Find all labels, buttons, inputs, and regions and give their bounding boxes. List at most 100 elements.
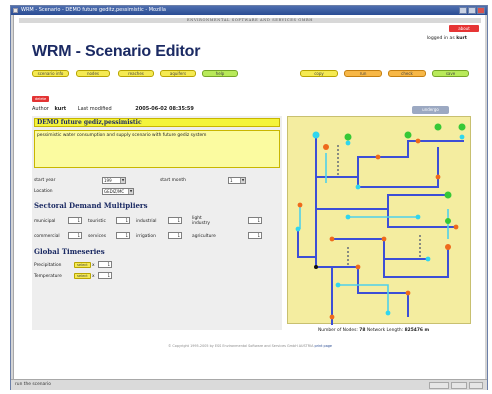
nav-help-button[interactable]: help (202, 70, 238, 77)
services-input[interactable]: 1 (116, 232, 130, 239)
temperature-factor-input[interactable]: 1 (98, 272, 112, 279)
node-cyan (415, 214, 421, 220)
network-map-svg[interactable] (288, 117, 472, 325)
start-month-select[interactable]: 1 ▼ (228, 177, 246, 184)
node-orange (445, 244, 451, 250)
node-cyan (459, 134, 465, 140)
light-industry-label: light industry (192, 216, 210, 226)
main-navbar: scenario info nodes reaches aquifers hel… (32, 70, 469, 78)
network-stats: Number of Nodes: 78 Network Length: 8254… (318, 328, 429, 333)
start-month-value: 1 (230, 178, 233, 183)
print-page-link[interactable]: print page (315, 344, 333, 348)
status-cell (451, 382, 467, 389)
scenario-form-panel: DEMO future gediz,pessimistic pessimisti… (32, 116, 282, 330)
nav-aquifers-button[interactable]: aquifers (160, 70, 196, 77)
screenshot-stage: WRM - Scenario - DEMO future geditz,pess… (0, 0, 492, 394)
temperature-select-button[interactable]: select (74, 273, 91, 279)
logged-in-status: logged in as kurt (427, 36, 467, 41)
node-orange (329, 314, 335, 320)
global-timeseries-heading: Global Timeseries (34, 247, 105, 256)
status-cell (429, 382, 449, 389)
page-title: WRM - Scenario Editor (32, 43, 201, 60)
temperature-label: Temperature (34, 274, 62, 279)
light-industry-input[interactable]: 1 (248, 217, 262, 224)
check-button[interactable]: check (388, 70, 426, 77)
node-orange (381, 236, 387, 242)
irrigation-label: irrigation (136, 234, 156, 239)
touristic-input[interactable]: 1 (116, 217, 130, 224)
river-branch-ne (357, 147, 439, 188)
node-green (444, 191, 452, 199)
about-button[interactable]: about (449, 25, 479, 32)
river-branch-east (316, 208, 456, 228)
app-icon (13, 8, 18, 13)
author-value: kurt (54, 106, 67, 112)
map-mode-button[interactable]: undergo (412, 106, 449, 114)
node-junction (314, 265, 318, 269)
chevron-down-icon: ▼ (120, 178, 125, 183)
minimize-button[interactable] (459, 7, 467, 14)
scenario-description-field[interactable]: pessimistic water consumption and supply… (34, 130, 280, 168)
copy-button[interactable]: copy (300, 70, 338, 77)
delete-button[interactable]: delete (32, 96, 49, 102)
start-year-select[interactable]: 199 ▼ (102, 177, 126, 184)
length-label: Network Length: (366, 328, 404, 333)
modified-label: Last modified (77, 106, 112, 112)
scenario-meta: Author kurt Last modified 2005-06-02 08:… (32, 106, 194, 112)
node-orange (453, 224, 459, 230)
node-cyan (385, 310, 391, 316)
browser-statusbar: run the scenario (11, 379, 487, 390)
location-select[interactable]: GEDIZ/MC ▼ (102, 188, 134, 195)
status-text: run the scenario (15, 382, 51, 387)
commercial-input[interactable]: 1 (68, 232, 82, 239)
network-nodes (295, 123, 466, 320)
node-green (404, 131, 412, 139)
node-cyan (425, 256, 431, 262)
river-branch-south (332, 266, 408, 294)
length-value: 825476 m (404, 328, 430, 333)
precipitation-select-button[interactable]: select (74, 262, 91, 268)
municipal-input[interactable]: 1 (68, 217, 82, 224)
irrigation-input[interactable]: 1 (168, 232, 182, 239)
status-cell (469, 382, 483, 389)
node-orange (297, 202, 303, 208)
maximize-button[interactable] (468, 7, 476, 14)
commercial-label: commercial (34, 234, 60, 239)
industrial-input[interactable]: 1 (168, 217, 182, 224)
node-green (458, 123, 466, 131)
run-button[interactable]: run (344, 70, 382, 77)
nodes-value: 78 (359, 328, 366, 333)
network-map[interactable] (287, 116, 472, 325)
river-branch-west (297, 229, 316, 258)
window-title: WRM - Scenario - DEMO future geditz,pess… (21, 7, 166, 13)
node-orange (375, 154, 381, 160)
start-month-label: start month (160, 178, 186, 183)
scenario-title-field[interactable]: DEMO future gediz,pessimistic (34, 118, 280, 127)
nav-nodes-button[interactable]: nodes (76, 70, 110, 77)
node-cyan (345, 140, 351, 146)
logged-in-user: kurt (456, 36, 467, 41)
close-window-button[interactable] (477, 7, 485, 14)
node-cyan (355, 184, 361, 190)
author-label: Author (32, 106, 49, 112)
save-button[interactable]: save (432, 70, 469, 77)
node-orange (405, 290, 411, 296)
nav-reaches-button[interactable]: reaches (118, 70, 154, 77)
river-branch-mid (332, 238, 428, 260)
precipitation-label: Precipitation (34, 263, 62, 268)
node-green (344, 133, 352, 141)
nav-scenario-info-button[interactable]: scenario info (32, 70, 69, 77)
agriculture-label: agriculture (192, 234, 216, 239)
precipitation-factor-input[interactable]: 1 (98, 261, 112, 268)
canal-4 (338, 284, 389, 313)
start-year-label: start year (34, 178, 56, 183)
start-year-value: 199 (104, 178, 112, 183)
dashed-links (337, 145, 421, 267)
precipitation-x-label: x (92, 263, 95, 268)
node-cyan (312, 131, 320, 139)
node-orange (323, 144, 329, 150)
agriculture-input[interactable]: 1 (248, 232, 262, 239)
services-label: services (88, 234, 107, 239)
node-orange (355, 264, 361, 270)
nodes-label: Number of Nodes: (318, 328, 358, 333)
